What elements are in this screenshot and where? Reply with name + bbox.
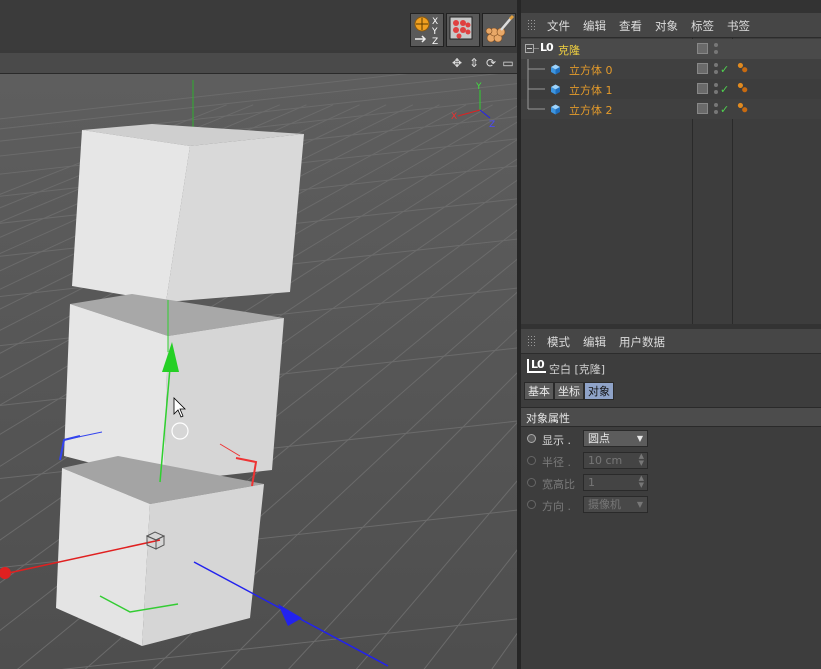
menu-view[interactable]: 查看 [619, 18, 642, 34]
layer-toggle-icon[interactable] [697, 63, 708, 74]
render-visibility-dot[interactable] [714, 50, 718, 54]
svg-text:X: X [432, 17, 438, 27]
field-label: 宽高比 [542, 478, 575, 491]
gizmo-label-x: X [451, 112, 457, 122]
layer-toggle-icon[interactable] [697, 43, 708, 54]
render-visibility-dot[interactable] [714, 110, 718, 114]
panel-grip-icon[interactable] [527, 19, 537, 30]
field-label: 方向 . [542, 500, 571, 513]
viewport-header [0, 53, 517, 74]
panel-grip-icon[interactable] [527, 335, 537, 346]
gizmo-label-z: Z [489, 120, 495, 130]
field-label: 显示 . [542, 434, 571, 447]
field-label: 半径 . [542, 456, 571, 469]
null-object-icon: L0 [540, 41, 554, 54]
render-visibility-dot[interactable] [714, 70, 718, 74]
field-orientation: 方向 . 摄像机 ▼ [527, 496, 807, 514]
section-title: 对象属性 [526, 412, 570, 425]
display-dropdown[interactable]: 圆点 ▼ [583, 430, 648, 447]
coordinate-system-button[interactable]: X Y Z [410, 13, 444, 47]
menu-user-data[interactable]: 用户数据 [619, 334, 665, 350]
paint-brush-icon [485, 14, 515, 43]
editor-visibility-dot[interactable] [714, 63, 718, 67]
editor-visibility-dot[interactable] [714, 103, 718, 107]
phong-tag-icon[interactable] [736, 62, 750, 74]
menu-edit[interactable]: 编辑 [583, 334, 606, 350]
viewport-canvas[interactable]: Y X Z [0, 0, 517, 669]
menu-object[interactable]: 对象 [655, 18, 678, 34]
tree-label[interactable]: 立方体 0 [569, 62, 613, 78]
enabled-check-icon[interactable]: ✓ [720, 104, 729, 115]
phong-tag-icon[interactable] [736, 102, 750, 114]
chevron-down-icon: ▼ [636, 500, 643, 509]
orientation-dropdown[interactable]: 摄像机 ▼ [583, 496, 648, 513]
cube-object-icon [551, 84, 560, 95]
stepper-arrows-icon[interactable]: ▲ ▼ [639, 453, 644, 467]
cube-object-icon [551, 64, 560, 75]
chevron-down-icon: ▼ [636, 434, 643, 443]
section-header: 对象属性 [521, 407, 821, 427]
menu-edit[interactable]: 编辑 [583, 18, 606, 34]
cube-top [72, 124, 304, 302]
3d-viewport[interactable]: Y X Z X Y Z ✥ ⇕ ⟳ ▭ [0, 0, 517, 669]
tab-basic[interactable]: 基本 [524, 382, 554, 400]
layer-toggle-icon[interactable] [697, 83, 708, 94]
object-title: 空白 [克隆] [549, 363, 606, 376]
animate-radio[interactable] [527, 434, 536, 443]
animate-radio[interactable] [527, 500, 536, 509]
object-manager: 文件 编辑 查看 对象 标签 书签 L0 克隆 立方体 0 ✓ 立方体 1 ✓ … [521, 13, 821, 324]
cube-object-icon [551, 104, 560, 115]
gizmo-label-y: Y [475, 82, 482, 92]
move-view-icon[interactable]: ✥ [450, 56, 464, 70]
layer-toggle-icon[interactable] [697, 103, 708, 114]
menu-mode[interactable]: 模式 [547, 334, 570, 350]
object-manager-menubar: 文件 编辑 查看 对象 标签 书签 [521, 13, 821, 38]
stepper-arrows-icon[interactable]: ▲ ▼ [639, 475, 644, 489]
field-radius: 半径 . 10 cm ▲ ▼ [527, 452, 807, 470]
animate-radio[interactable] [527, 478, 536, 487]
svg-text:Z: Z [432, 37, 438, 46]
tree-label[interactable]: 克隆 [558, 42, 580, 58]
null-object-icon: L0 [527, 359, 546, 373]
material-brush-button[interactable] [482, 13, 516, 47]
tree-label[interactable]: 立方体 2 [569, 102, 613, 118]
collapse-toggle-icon[interactable] [525, 42, 539, 56]
radius-input[interactable]: 10 cm ▲ ▼ [583, 452, 648, 469]
menu-tag[interactable]: 标签 [691, 18, 714, 34]
tree-row-clone[interactable]: L0 克隆 [521, 39, 821, 59]
cube-bottom [56, 456, 264, 646]
phong-tag-icon[interactable] [736, 82, 750, 94]
cube-middle [64, 294, 284, 482]
tree-label[interactable]: 立方体 1 [569, 82, 613, 98]
render-grid-icon [449, 16, 473, 40]
tree-row-cube-0[interactable]: 立方体 0 ✓ [521, 59, 821, 79]
menu-bookmark[interactable]: 书签 [727, 18, 750, 34]
render-region-button[interactable] [446, 13, 480, 47]
tab-object[interactable]: 对象 [584, 382, 614, 400]
field-display: 显示 . 圆点 ▼ [527, 430, 807, 448]
enabled-check-icon[interactable]: ✓ [720, 64, 729, 75]
attribute-manager-menubar: 模式 编辑 用户数据 [521, 329, 821, 354]
tab-coordinates[interactable]: 坐标 [554, 382, 584, 400]
aspect-ratio-input[interactable]: 1 ▲ ▼ [583, 474, 648, 491]
zoom-view-icon[interactable]: ⇕ [467, 56, 481, 70]
attribute-manager: 模式 编辑 用户数据 L0 空白 [克隆] 基本 坐标 对象 对象属性 显示 .… [521, 329, 821, 669]
tree-row-cube-1[interactable]: 立方体 1 ✓ [521, 79, 821, 99]
animate-radio[interactable] [527, 456, 536, 465]
field-aspect-ratio: 宽高比 1 ▲ ▼ [527, 474, 807, 492]
tree-row-cube-2[interactable]: 立方体 2 ✓ [521, 99, 821, 119]
render-visibility-dot[interactable] [714, 90, 718, 94]
rotate-view-icon[interactable]: ⟳ [484, 56, 498, 70]
svg-text:Y: Y [431, 27, 438, 37]
editor-visibility-dot[interactable] [714, 43, 718, 47]
xyz-axis-icon: X Y Z [414, 16, 438, 46]
editor-visibility-dot[interactable] [714, 83, 718, 87]
menu-file[interactable]: 文件 [547, 18, 570, 34]
maximize-view-icon[interactable]: ▭ [501, 56, 515, 70]
enabled-check-icon[interactable]: ✓ [720, 84, 729, 95]
